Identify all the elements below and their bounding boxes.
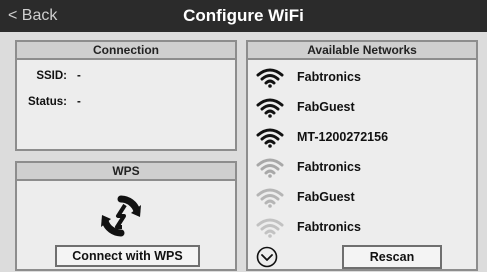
network-item[interactable]: MT-1200272156 xyxy=(256,126,466,148)
network-item[interactable]: FabGuest xyxy=(256,96,466,118)
networks-panel-title: Available Networks xyxy=(248,42,476,60)
connection-panel-title: Connection xyxy=(17,42,235,60)
status-label: Status: xyxy=(28,96,67,108)
network-item[interactable]: Fabtronics xyxy=(256,216,466,238)
ssid-row: SSID: - xyxy=(21,69,81,83)
network-name: FabGuest xyxy=(297,190,355,204)
wifi-strong-icon xyxy=(256,68,284,88)
network-name: FabGuest xyxy=(297,100,355,114)
ssid-label: SSID: xyxy=(36,70,67,82)
wifi-strong-icon xyxy=(256,98,284,118)
title-bar: < Back Configure WiFi xyxy=(0,0,487,32)
rescan-button[interactable]: Rescan xyxy=(342,245,442,269)
networks-panel: Available Networks Fabtronics FabGuest M… xyxy=(246,40,478,271)
wifi-strong-icon xyxy=(256,128,284,148)
wps-panel: WPS Connect with WPS xyxy=(15,161,237,271)
network-item[interactable]: Fabtronics xyxy=(256,66,466,88)
wifi-weak-icon xyxy=(256,158,284,178)
wifi-weak-icon xyxy=(256,218,284,238)
status-value: - xyxy=(77,96,81,108)
wps-icon xyxy=(101,195,141,237)
network-item[interactable]: FabGuest xyxy=(256,186,466,208)
network-name: Fabtronics xyxy=(297,160,361,174)
page-title: Configure WiFi xyxy=(183,6,304,25)
wifi-weak-icon xyxy=(256,188,284,208)
network-name: Fabtronics xyxy=(297,70,361,84)
network-name: MT-1200272156 xyxy=(297,130,389,144)
network-name: Fabtronics xyxy=(297,220,361,234)
network-item[interactable]: Fabtronics xyxy=(256,156,466,178)
connect-wps-button[interactable]: Connect with WPS xyxy=(55,245,200,267)
connection-panel: Connection SSID: - Status: - xyxy=(15,40,237,151)
chevron-down-icon[interactable] xyxy=(256,246,278,268)
ssid-value: - xyxy=(77,70,81,82)
status-row: Status: - xyxy=(21,95,81,109)
wps-panel-title: WPS xyxy=(17,163,235,181)
